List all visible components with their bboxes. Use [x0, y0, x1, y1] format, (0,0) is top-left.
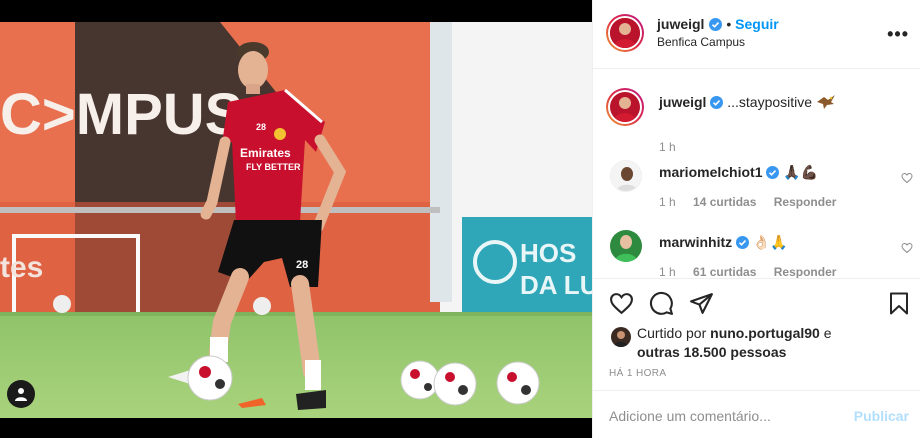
- training-photo: HOS DA LU C>MPUS tes Emirates FLY BETTER…: [0, 22, 592, 418]
- user-tag-icon: [15, 388, 27, 401]
- publish-button[interactable]: Publicar: [854, 408, 909, 424]
- comment-time[interactable]: 1 h: [659, 195, 676, 209]
- liked-by: Curtido por nuno.portugal90 e outras 18.…: [637, 324, 907, 362]
- banner-text-2: DA LU: [520, 270, 592, 300]
- add-comment-bar: Adicione um comentário... Publicar: [593, 390, 920, 438]
- post-photo-panel: HOS DA LU C>MPUS tes Emirates FLY BETTER…: [0, 0, 592, 438]
- comment-likes[interactable]: 14 curtidas: [693, 195, 756, 209]
- sponsor-line-2: FLY BETTER: [246, 162, 301, 172]
- sponsor-line-1: Emirates: [240, 146, 291, 160]
- user-tag-button[interactable]: [7, 380, 35, 408]
- comment-text: 🙏🏿💪🏿: [783, 164, 819, 180]
- verified-icon: [736, 236, 750, 249]
- commenter-avatar[interactable]: [610, 160, 642, 192]
- comment-like-heart-icon[interactable]: [901, 172, 913, 184]
- share-icon[interactable]: [689, 291, 714, 316]
- verified-icon: [710, 96, 724, 109]
- comment-likes[interactable]: 61 curtidas: [693, 265, 756, 278]
- svg-text:28: 28: [296, 259, 308, 271]
- comment-text: 👌🏻🙏: [752, 234, 788, 250]
- caption-text: ...staypositive: [727, 94, 813, 110]
- follow-button[interactable]: Seguir: [735, 16, 779, 32]
- comment-input[interactable]: Adicione um comentário...: [609, 408, 771, 424]
- avatar[interactable]: [610, 18, 640, 48]
- fence-text: tes: [0, 251, 43, 284]
- verified-icon: [708, 18, 722, 31]
- eagle-emoji-icon: [816, 95, 835, 109]
- avatar-photo: [610, 18, 640, 48]
- post-actions: Curtido por nuno.portugal90 e outras 18.…: [593, 278, 920, 390]
- shirt-number: 28: [256, 122, 266, 132]
- comment-icon[interactable]: [649, 291, 674, 316]
- post-header: juweigl • Seguir Benfica Campus •••: [593, 0, 920, 69]
- caption-username[interactable]: juweigl: [659, 94, 706, 110]
- liked-by-conj: e: [823, 325, 832, 341]
- post-photo[interactable]: HOS DA LU C>MPUS tes Emirates FLY BETTER…: [0, 22, 592, 418]
- wall-text: C>MPUS: [0, 82, 243, 147]
- location-link[interactable]: Benfica Campus: [657, 35, 745, 49]
- liked-by-user[interactable]: nuno.portugal90: [710, 325, 820, 341]
- reply-button[interactable]: Responder: [774, 195, 837, 209]
- bookmark-icon[interactable]: [887, 291, 911, 316]
- comment-row: marwinhitz 👌🏻🙏 1 h 61 curtidas Responder: [609, 230, 913, 278]
- post-timestamp[interactable]: HÁ 1 HORA: [609, 368, 667, 379]
- comments-list[interactable]: juweigl ...staypositive 1 h mariomelchio…: [593, 70, 920, 278]
- liked-by-prefix: Curtido por: [637, 325, 707, 341]
- commenter-avatar[interactable]: [610, 230, 642, 262]
- caption-avatar[interactable]: [610, 92, 640, 122]
- commenter-username[interactable]: mariomelchiot1: [659, 164, 762, 180]
- comment-like-heart-icon[interactable]: [901, 242, 913, 254]
- caption-time[interactable]: 1 h: [659, 140, 676, 154]
- header-username[interactable]: juweigl: [657, 16, 704, 32]
- heart-icon[interactable]: [609, 291, 634, 316]
- reply-button[interactable]: Responder: [774, 265, 837, 278]
- comment-time[interactable]: 1 h: [659, 265, 676, 278]
- commenter-username[interactable]: marwinhitz: [659, 234, 732, 250]
- liker-avatar[interactable]: [611, 327, 631, 347]
- more-options-icon[interactable]: •••: [887, 24, 909, 45]
- banner-text: HOS: [520, 238, 576, 268]
- post-side-panel: juweigl • Seguir Benfica Campus ••• juwe…: [592, 0, 920, 438]
- verified-icon: [766, 166, 780, 179]
- comment-row: mariomelchiot1 🙏🏿💪🏿 1 h 14 curtidas Resp…: [609, 160, 913, 210]
- liked-by-others[interactable]: outras 18.500 pessoas: [637, 344, 786, 360]
